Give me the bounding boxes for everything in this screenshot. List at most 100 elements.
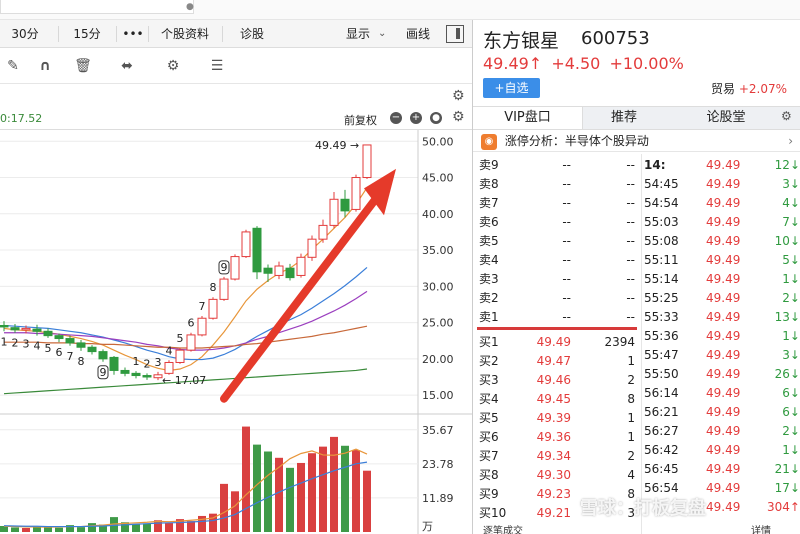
- volume-bar: [88, 523, 96, 532]
- panel-settings-icon[interactable]: ⚙: [452, 88, 465, 104]
- tab-15min[interactable]: 15分: [66, 20, 108, 48]
- ask-row[interactable]: 卖2 -- --: [473, 289, 641, 308]
- ask-row[interactable]: 卖4 -- --: [473, 251, 641, 270]
- sequence-label: 9: [221, 261, 228, 274]
- stock-code: 600753: [581, 28, 650, 49]
- tick-time: 56:14: [644, 386, 679, 400]
- bid-row[interactable]: 买5 49.39 1: [473, 409, 641, 428]
- candle-body: [131, 372, 141, 377]
- tick-detail-label[interactable]: 逐笔成交: [483, 522, 523, 534]
- tab-diagnosis[interactable]: 诊股: [232, 20, 272, 48]
- candle-body: [263, 267, 273, 274]
- bid-row[interactable]: 买7 49.34 2: [473, 447, 641, 466]
- volume-bar: [187, 521, 195, 532]
- reset-icon[interactable]: ●: [430, 112, 442, 124]
- zoom-out-icon[interactable]: −: [390, 112, 402, 124]
- tab-stock-profile[interactable]: 个股资料: [154, 20, 216, 48]
- trash-icon[interactable]: 🗑: [74, 57, 92, 75]
- ask-row[interactable]: 卖6 -- --: [473, 213, 641, 232]
- tick-price: 49.49: [706, 253, 741, 267]
- tick-time: 14:: [644, 158, 666, 172]
- price-tick-label: 25.00: [422, 317, 454, 330]
- tab-divider: [222, 26, 223, 42]
- tab-divider: [116, 26, 117, 42]
- price-change: +4.50: [551, 54, 601, 73]
- magnet-icon[interactable]: ∩: [36, 57, 54, 75]
- bid-price: 49.23: [536, 487, 571, 501]
- sequence-label: 5: [45, 342, 52, 355]
- bid-row[interactable]: 买8 49.30 4: [473, 466, 641, 485]
- sector-info[interactable]: 贸易 +2.07%: [711, 80, 787, 97]
- bid-volume: 2: [627, 449, 635, 463]
- sequence-label: 8: [78, 355, 85, 368]
- candle-body: [252, 227, 262, 273]
- tick-price: 49.49: [706, 234, 741, 248]
- search-box[interactable]: [0, 0, 194, 14]
- ask-volume: --: [626, 177, 635, 191]
- tick-row: 54:54 49.49 4↓: [642, 194, 800, 213]
- layers-icon[interactable]: ☰: [208, 57, 226, 75]
- chart-settings-icon[interactable]: ⚙: [452, 109, 465, 125]
- add-watchlist-button[interactable]: +自选: [483, 78, 540, 98]
- bid-price: 49.34: [536, 449, 571, 463]
- tab-divider: [58, 26, 59, 42]
- news-icon: ◉: [481, 133, 497, 150]
- adjust-mode-label[interactable]: 前复权: [344, 112, 377, 128]
- bid-row[interactable]: 买4 49.45 8: [473, 390, 641, 409]
- tab-vip[interactable]: VIP盘口: [473, 107, 583, 129]
- bid-label: 买6: [479, 430, 499, 444]
- tab-recommend[interactable]: 推荐: [583, 107, 665, 129]
- more-tabs-button[interactable]: •••: [120, 20, 146, 48]
- volume-bar: [286, 467, 294, 532]
- volume-bar: [165, 522, 173, 532]
- tick-volume: 304↑: [767, 500, 800, 514]
- ask-row[interactable]: 卖7 -- --: [473, 194, 641, 213]
- ask-row[interactable]: 卖5 -- --: [473, 232, 641, 251]
- bid-price: 49.49: [536, 335, 571, 349]
- tick-price: 49.49: [706, 196, 741, 210]
- ask-row[interactable]: 卖8 -- --: [473, 175, 641, 194]
- kline-chart[interactable]: 50.00 45.00 40.00 35.00 30.00 25.00 20.00 15.00…: [0, 130, 472, 534]
- bid-row[interactable]: 买2 49.47 1: [473, 352, 641, 371]
- tab-30min[interactable]: 30分: [0, 20, 50, 48]
- ask-row[interactable]: 卖1 -- --: [473, 308, 641, 327]
- tick-volume: 12↓: [774, 158, 800, 172]
- panel-footer: 逐笔成交 详情: [473, 522, 800, 534]
- sidebar-toggle-icon[interactable]: [446, 25, 464, 43]
- tab-forum[interactable]: 论股堂: [671, 107, 781, 129]
- display-dropdown[interactable]: 显示: [340, 20, 376, 48]
- detail-link[interactable]: 详情: [751, 522, 771, 534]
- ask-row[interactable]: 卖3 -- --: [473, 270, 641, 289]
- bid-volume: 2394: [604, 335, 635, 349]
- candle-body: [175, 349, 185, 363]
- microphone-icon[interactable]: ●: [186, 2, 194, 12]
- bid-volume: 1: [627, 411, 635, 425]
- ask-price: --: [562, 196, 571, 210]
- sequence-label: 2: [12, 337, 19, 350]
- zoom-in-icon[interactable]: +: [410, 112, 422, 124]
- tick-volume: 26↓: [774, 367, 800, 381]
- volume-bar: [308, 453, 316, 532]
- volume-bar: [132, 523, 140, 532]
- tick-volume: 17↓: [774, 481, 800, 495]
- bid-volume: 1: [627, 354, 635, 368]
- ask-row[interactable]: 卖9 -- --: [473, 156, 641, 175]
- pencil-icon[interactable]: ✎: [4, 57, 22, 75]
- bid-label: 买7: [479, 449, 499, 463]
- bid-row[interactable]: 买1 49.49 2394: [473, 333, 641, 352]
- chevron-down-icon[interactable]: ⌄: [378, 20, 386, 48]
- news-banner[interactable]: ◉ 涨停分析：半导体个股异动 ›: [473, 130, 800, 152]
- chevron-right-icon[interactable]: ›: [788, 130, 793, 152]
- candle-body: [32, 328, 42, 332]
- bid-row[interactable]: 买6 49.36 1: [473, 428, 641, 447]
- volume-bar: [242, 426, 250, 532]
- settings-icon[interactable]: ⚙: [164, 57, 182, 75]
- drawing-button[interactable]: 画线: [400, 20, 436, 48]
- split-icon[interactable]: ⬌: [118, 57, 136, 75]
- bid-row[interactable]: 买3 49.46 2: [473, 371, 641, 390]
- tick-list[interactable]: 14: 49.49 12↓ 54:45 49.49 3↓ 54:54 49.49 4↓ 55:03…: [641, 154, 800, 534]
- price-tick-label: 50.00: [422, 135, 454, 148]
- ask-volume: --: [626, 158, 635, 172]
- tab-settings-icon[interactable]: ⚙: [781, 109, 792, 123]
- tick-price: 49.49: [706, 481, 741, 495]
